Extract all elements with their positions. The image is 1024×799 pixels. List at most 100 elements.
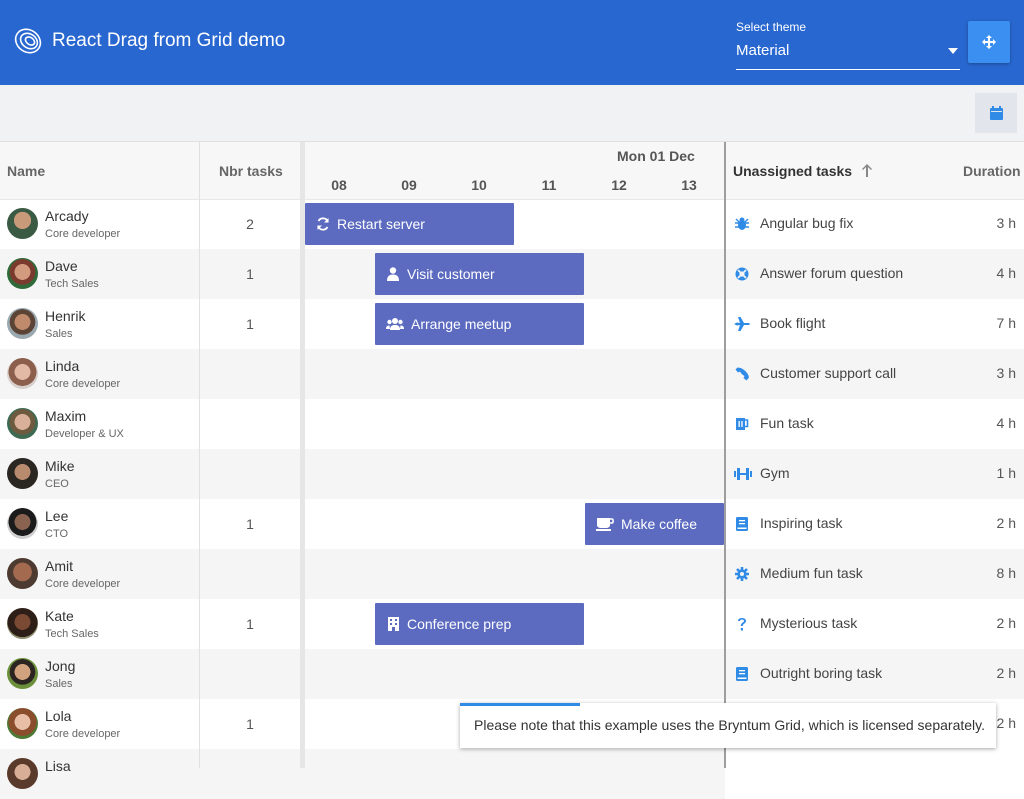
task-name: Outright boring task [760,665,883,681]
list-item[interactable]: Angular bug fix 3 h [726,199,1024,249]
theme-select-label: Select theme [736,20,807,34]
chevron-down-icon[interactable] [948,48,958,54]
dumbbell-icon [734,466,752,482]
list-item[interactable]: Answer forum question 4 h [726,249,1024,299]
task-count: 1 [246,716,254,732]
person-name: Mike [45,458,75,474]
theme-select[interactable]: Material [736,42,789,59]
table-row[interactable]: Kate Tech Sales 1 [0,599,725,649]
person-role: Tech Sales [45,278,99,290]
table-row[interactable]: Jong Sales [0,649,725,699]
timeline-hour: 13 [681,177,697,193]
list-item[interactable]: Gym 1 h [726,449,1024,499]
task-duration: 4 h [996,265,1016,281]
task-name: Customer support call [760,365,897,381]
person-name: Kate [45,608,74,624]
timeline-hour: 12 [611,177,627,193]
toast-message: Please note that this example uses the B… [474,717,985,733]
phone-icon [734,366,750,382]
list-item[interactable]: Book flight 7 h [726,299,1024,349]
list-item[interactable]: Outright boring task 2 h [726,649,1024,699]
table-row[interactable]: Linda Core developer [0,349,725,399]
question-icon [734,616,750,632]
task-name: Inspiring task [760,515,843,531]
event-bar[interactable]: Make coffee [585,503,724,545]
event-name: Make coffee [621,516,698,532]
timeline-hour: 09 [401,177,417,193]
column-header-nbr-tasks[interactable]: Nbr tasks [219,163,283,179]
app-header: React Drag from Grid demo Select theme M… [0,0,1024,85]
person-role: Developer & UX [45,428,124,440]
task-count: 2 [246,216,254,232]
table-row[interactable]: Dave Tech Sales 1 [0,249,725,299]
list-item[interactable]: Inspiring task 2 h [726,499,1024,549]
book-icon [734,516,750,532]
calendar-button[interactable] [975,93,1017,133]
arrow-up-icon [861,164,872,177]
fullscreen-button[interactable] [968,21,1010,63]
event-name: Visit customer [407,266,495,282]
person-role: Core developer [45,578,121,590]
task-duration: 2 h [996,515,1016,531]
task-duration: 3 h [996,365,1016,381]
calendar-icon [989,106,1003,120]
table-row[interactable]: Henrik Sales 1 [0,299,725,349]
column-divider [199,142,200,200]
task-duration: 2 h [996,715,1016,731]
person-role: Core developer [45,228,121,240]
person-role: Core developer [45,728,121,740]
list-item[interactable]: Fun task 4 h [726,399,1024,449]
column-header-unassigned-tasks[interactable]: Unassigned tasks [733,163,873,179]
theme-select-underline [736,69,960,70]
plane-icon [734,316,750,332]
lifebuoy-icon [734,266,750,282]
toolbar [0,85,1024,142]
toast-progress-bar [460,703,580,706]
person-name: Lola [45,708,72,724]
event-bar[interactable]: Restart server [305,203,514,245]
event-name: Restart server [337,216,425,232]
license-toast[interactable]: Please note that this example uses the B… [460,703,996,748]
task-count: 1 [246,516,254,532]
unassigned-title: Unassigned tasks [733,163,853,179]
coffee-icon [596,517,614,531]
task-count: 1 [246,616,254,632]
timeline-date-header: Mon 01 Dec [617,148,695,164]
building-icon [386,617,400,631]
event-bar[interactable]: Arrange meetup [375,303,584,345]
task-count: 1 [246,266,254,282]
list-item[interactable]: Mysterious task 2 h [726,599,1024,649]
person-name: Lisa [45,758,71,774]
table-row[interactable]: Mike CEO [0,449,725,499]
task-duration: 1 h [996,465,1016,481]
column-divider [199,199,200,768]
person-role: Core developer [45,378,121,390]
move-arrows-icon [982,35,996,49]
timeline-hour: 08 [331,177,347,193]
table-row[interactable]: Amit Core developer [0,549,725,599]
event-bar[interactable]: Conference prep [375,603,584,645]
avatar [7,658,38,689]
task-name: Fun task [760,415,814,431]
event-name: Conference prep [407,616,512,632]
list-item[interactable]: Customer support call 3 h [726,349,1024,399]
column-header-name[interactable]: Name [7,163,45,179]
table-row[interactable]: Maxim Developer & UX [0,399,725,449]
users-icon [386,317,404,331]
person-name: Maxim [45,408,87,424]
event-bar[interactable]: Visit customer [375,253,584,295]
timeline-hour: 11 [541,177,557,193]
avatar [7,608,38,639]
list-item[interactable]: Medium fun task 8 h [726,549,1024,599]
avatar [7,308,38,339]
avatar [7,258,38,289]
person-name: Dave [45,258,78,274]
table-row[interactable]: Lisa [0,749,725,799]
task-name: Answer forum question [760,265,904,281]
avatar [7,208,38,239]
avatar [7,758,38,789]
column-header-duration[interactable]: Duration [963,163,1021,179]
user-icon [386,267,400,281]
task-duration: 2 h [996,665,1016,681]
person-role: CEO [45,478,69,490]
